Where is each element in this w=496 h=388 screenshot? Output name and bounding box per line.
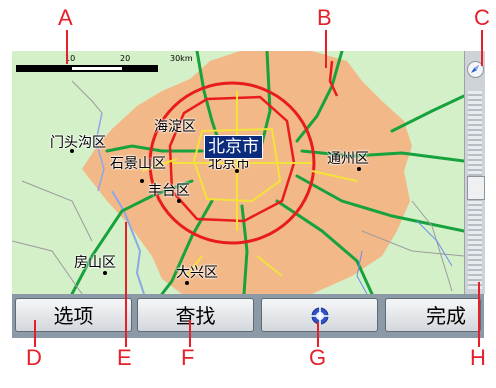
options-button[interactable]: 选项 [15, 298, 132, 332]
label-fengtai: 丰台区 [148, 183, 190, 199]
label-haidian: 海淀区 [154, 119, 196, 135]
zoom-scrollbar[interactable] [464, 51, 485, 294]
callout-a: A [58, 5, 73, 30]
callout-c: C [474, 5, 490, 30]
callout-e: E [117, 345, 132, 370]
label-beijing-city: 北京市 [208, 156, 250, 172]
scale-tick-30km: 30km [170, 54, 193, 63]
map-view[interactable]: 10 20 30km 海淀区 门头沟区 石景山区 北京市 通州区 丰台区 房山区… [12, 51, 464, 294]
scale-tick-20: 20 [120, 54, 131, 63]
leader-d [34, 320, 36, 347]
callout-h: H [470, 345, 486, 370]
leader-b [325, 30, 327, 68]
scroll-thumb[interactable] [467, 176, 485, 200]
find-button[interactable]: 查找 [137, 298, 254, 332]
label-fangshan: 房山区 [74, 255, 116, 271]
label-shijingshan: 石景山区 [110, 156, 166, 172]
callout-f: F [181, 345, 195, 370]
leader-g [317, 322, 319, 347]
label-mentougou: 门头沟区 [50, 135, 106, 151]
done-button[interactable]: 完成 [385, 298, 481, 332]
center-map-button[interactable] [261, 298, 378, 332]
label-tongzhou: 通州区 [327, 151, 369, 167]
leader-f [189, 320, 191, 347]
callout-g: G [309, 345, 327, 370]
leader-c [481, 30, 483, 66]
scale-bar [16, 65, 158, 72]
callout-b: B [317, 5, 332, 30]
capital-label[interactable]: 北京市 [204, 135, 263, 159]
leader-e [125, 222, 127, 347]
callout-d: D [26, 345, 42, 370]
leader-h [478, 282, 480, 347]
bottom-toolbar: 选项 查找 完成 [12, 294, 484, 338]
leader-a [66, 30, 68, 64]
label-daxing: 大兴区 [176, 265, 218, 281]
crosshair-icon [311, 307, 329, 325]
